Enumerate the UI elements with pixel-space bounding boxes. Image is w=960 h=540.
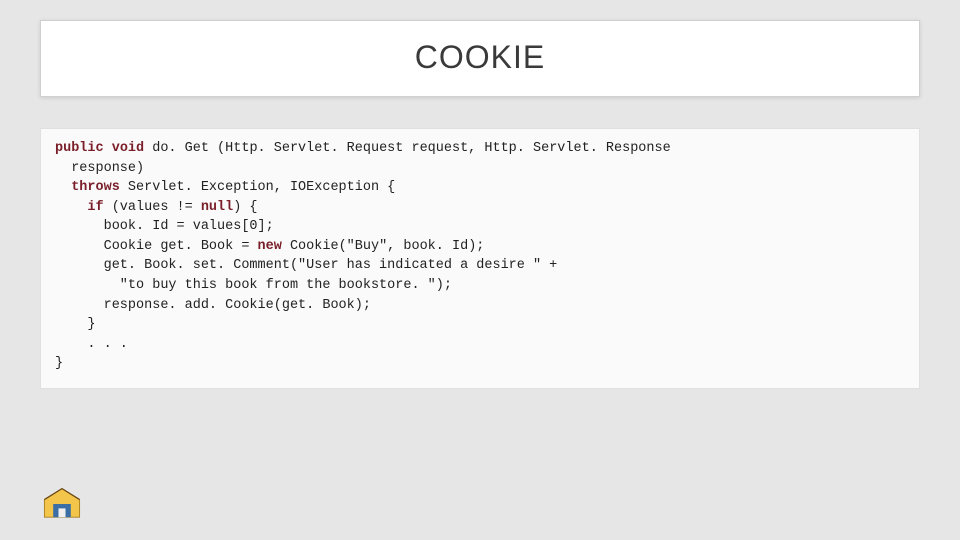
code-text: } <box>55 317 96 332</box>
code-text: } <box>55 356 63 371</box>
code-text: response) <box>55 161 144 176</box>
code-text: get. Book. set. Comment("User has indica… <box>55 258 557 273</box>
keyword-new: new <box>258 239 282 254</box>
code-text: ) { <box>233 200 257 215</box>
keyword-public: public <box>55 141 104 156</box>
code-block: public void do. Get (Http. Servlet. Requ… <box>40 128 920 389</box>
institution-logo-icon <box>40 482 84 526</box>
code-text: "to buy this book from the bookstore. ")… <box>55 278 452 293</box>
code-text: Servlet. Exception, IOException { <box>120 180 395 195</box>
code-text: Cookie("Buy", book. Id); <box>282 239 485 254</box>
keyword-if: if <box>87 200 103 215</box>
keyword-throws: throws <box>71 180 120 195</box>
code-text <box>55 200 87 215</box>
code-content: public void do. Get (Http. Servlet. Requ… <box>55 139 905 374</box>
slide-title: COOKIE <box>41 39 919 76</box>
code-text: book. Id = values[0]; <box>55 219 274 234</box>
code-text: Cookie get. Book = <box>55 239 258 254</box>
code-text: response. add. Cookie(get. Book); <box>55 298 371 313</box>
keyword-null: null <box>201 200 233 215</box>
code-text: do. Get (Http. Servlet. Request request,… <box>144 141 671 156</box>
title-card: COOKIE <box>40 20 920 97</box>
code-text: . . . <box>55 337 128 352</box>
keyword-void: void <box>112 141 144 156</box>
code-text: (values != <box>104 200 201 215</box>
